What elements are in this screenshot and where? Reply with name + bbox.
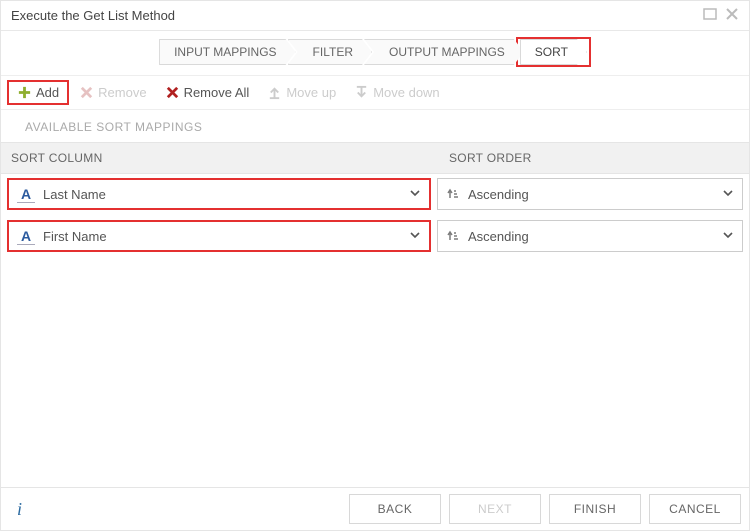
move-up-button: Move up (259, 82, 344, 103)
back-button[interactable]: BACK (349, 494, 441, 524)
table-row: A First Name Ascending (7, 220, 743, 252)
x-icon (79, 85, 94, 100)
step-sort-highlight: SORT (516, 37, 591, 67)
next-button: NEXT (449, 494, 541, 524)
titlebar: Execute the Get List Method (1, 1, 749, 31)
toolbar: Add Remove Remove All Move up Move down (1, 76, 749, 110)
column-headers: SORT COLUMN SORT ORDER (1, 142, 749, 174)
sort-asc-icon (446, 187, 460, 201)
close-icon[interactable] (725, 7, 739, 24)
plus-icon (17, 85, 32, 100)
move-down-button: Move down (346, 82, 447, 103)
sort-order-dropdown[interactable]: Ascending (437, 178, 743, 210)
step-sort[interactable]: SORT (520, 39, 587, 65)
steps-bar: INPUT MAPPINGS FILTER OUTPUT MAPPINGS SO… (1, 31, 749, 76)
sort-rows: A Last Name Ascending A First Name (1, 174, 749, 262)
sort-order-dropdown[interactable]: Ascending (437, 220, 743, 252)
footer: i BACK NEXT FINISH CANCEL (1, 487, 749, 530)
header-sort-column: SORT COLUMN (1, 143, 439, 173)
add-button[interactable]: Add (7, 80, 69, 105)
arrow-down-icon (354, 85, 369, 100)
step-input-mappings[interactable]: INPUT MAPPINGS (159, 39, 295, 65)
table-row: A Last Name Ascending (7, 178, 743, 210)
window-controls (703, 7, 739, 24)
chevron-down-icon (722, 229, 734, 244)
chevron-down-icon (409, 187, 421, 202)
sort-column-value: First Name (43, 229, 107, 244)
sort-column-dropdown[interactable]: A Last Name (7, 178, 431, 210)
cancel-button[interactable]: CANCEL (649, 494, 741, 524)
text-field-icon: A (17, 227, 35, 245)
arrow-up-icon (267, 85, 282, 100)
sort-column-value: Last Name (43, 187, 106, 202)
window-title: Execute the Get List Method (11, 8, 175, 23)
chevron-down-icon (722, 187, 734, 202)
sort-order-value: Ascending (468, 229, 529, 244)
remove-button: Remove (71, 82, 154, 103)
text-field-icon: A (17, 185, 35, 203)
info-icon[interactable]: i (9, 499, 30, 520)
step-output-mappings[interactable]: OUTPUT MAPPINGS (364, 39, 524, 65)
section-title: AVAILABLE SORT MAPPINGS (1, 110, 749, 142)
sort-asc-icon (446, 229, 460, 243)
remove-all-button[interactable]: Remove All (157, 82, 258, 103)
sort-order-value: Ascending (468, 187, 529, 202)
header-sort-order: SORT ORDER (439, 143, 749, 173)
chevron-down-icon (409, 229, 421, 244)
finish-button[interactable]: FINISH (549, 494, 641, 524)
maximize-icon[interactable] (703, 7, 717, 24)
x-icon (165, 85, 180, 100)
step-filter[interactable]: FILTER (288, 39, 372, 65)
sort-column-dropdown[interactable]: A First Name (7, 220, 431, 252)
